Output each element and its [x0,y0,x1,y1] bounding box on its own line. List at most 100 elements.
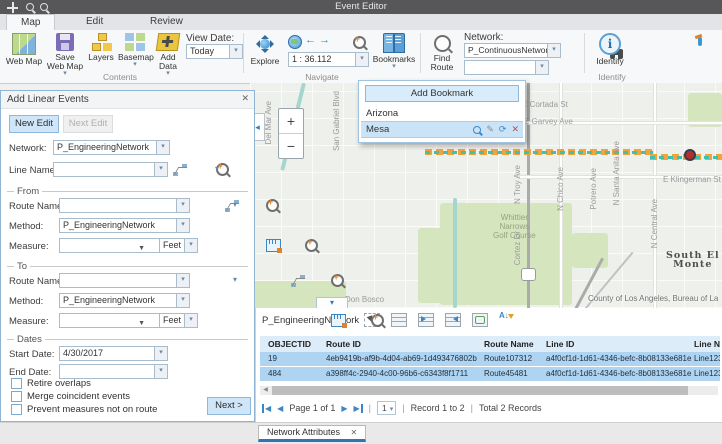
bookmark-item[interactable]: Arizona [361,106,523,121]
next-page-icon[interactable]: ▶ [341,404,347,413]
save-web-map-button[interactable]: Save Web Map ▾ [46,33,84,77]
dropdown-icon[interactable] [184,239,197,252]
prev-page-icon[interactable]: ◀ [277,404,283,413]
bookmark-delete-icon[interactable]: ✕ [511,123,519,136]
first-page-icon[interactable]: ◀ [262,404,271,413]
column-header[interactable]: Line Name [694,336,720,352]
table-collapse-handle[interactable]: ▾ [316,297,348,308]
dropdown-icon[interactable] [184,314,197,327]
dropdown-icon[interactable] [154,347,167,360]
column-header[interactable]: Route Name [484,336,546,352]
from-measure-input[interactable]: ▼ [59,238,160,253]
map-zoom-out-button[interactable]: − [279,134,303,158]
map-zoom-in-button[interactable]: + [279,109,303,134]
network-select[interactable]: P_ContinuousNetwork [464,43,561,58]
route-search-input[interactable] [464,60,549,75]
dates-section-legend: Dates [7,334,248,344]
panel-network-select[interactable]: P_EngineeringNetwork [53,140,170,155]
next-extent-icon[interactable]: → [319,34,330,46]
bookmark-refresh-icon[interactable]: ⟳ [499,123,507,136]
select-line-on-map-icon[interactable] [173,164,187,176]
bookmark-zoom-icon[interactable] [473,126,481,134]
tab-close-icon[interactable]: ✕ [351,428,358,437]
to-method-select[interactable]: P_EngineeringNetwork [59,293,190,308]
find-route-button[interactable]: Find Route [424,33,460,72]
add-data-button[interactable]: Add Data ▾ [152,33,184,77]
measure-caret-icon[interactable]: ▼ [138,317,145,330]
zoom-to-route-icon[interactable]: + [266,199,279,212]
route-endpoint-marker[interactable] [684,149,696,161]
column-header[interactable]: OBJECTID [260,336,326,352]
tab-review[interactable]: Review [136,14,197,30]
measure-on-map-icon[interactable] [266,239,281,252]
tab-network-attributes[interactable]: Network Attributes ✕ [258,425,366,442]
table-row[interactable]: 484a398ff4c-2940-4c00-96b6-c6343f8f1711R… [260,367,720,382]
add-bookmark-button[interactable]: Add Bookmark [365,85,519,102]
next-edit-button[interactable]: Next Edit [63,115,113,133]
dropdown-icon[interactable] [176,294,189,307]
dropdown-icon[interactable] [154,365,167,378]
horizontal-scrollbar[interactable]: ◀ [260,386,718,395]
scale-dropdown-icon[interactable] [355,53,368,66]
zoom-to-measure-icon[interactable]: + [371,314,384,327]
explore-button[interactable]: Explore [248,33,282,66]
line-name-select[interactable] [53,162,168,177]
bookmarks-button[interactable]: Bookmarks ▾ [372,33,416,70]
web-map-button[interactable]: Web Map [4,33,44,66]
column-header[interactable]: Line ID [546,336,694,352]
add-pin-icon[interactable] [695,37,705,49]
start-date-select[interactable]: 4/30/2017 [59,346,168,361]
end-date-select[interactable] [59,364,168,379]
measure-caret-icon[interactable]: ▼ [138,242,145,255]
select-route-on-map-icon[interactable] [291,275,305,287]
from-method-select[interactable]: P_EngineeringNetwork [59,218,190,233]
table-view-icon[interactable] [391,313,407,327]
zoom-to-route-icon[interactable]: + [331,274,344,287]
zoom-to-measure-icon[interactable]: + [305,239,318,252]
basemap-button[interactable]: Basemap ▾ [118,33,152,68]
to-route-name-select[interactable] [59,273,190,288]
dropdown-icon[interactable] [156,141,169,154]
from-route-name-select[interactable] [59,198,190,213]
full-extent-icon[interactable] [288,35,302,49]
view-date-dropdown-icon[interactable] [229,45,242,58]
scrollbar-thumb[interactable] [272,386,688,395]
to-measure-input[interactable]: ▼ [59,313,160,328]
sort-icon[interactable]: A↓ [499,313,513,325]
layers-button[interactable]: Layers [86,33,116,62]
view-date-select[interactable]: Today [186,44,243,59]
bookmark-item[interactable]: Mesa✎⟳✕ [361,121,523,138]
zoom-options-caret-icon[interactable]: ▾ [233,277,237,283]
new-edit-button[interactable]: New Edit [9,115,59,133]
last-page-icon[interactable]: ▶ [354,404,363,413]
column-header[interactable]: Route ID [326,336,484,352]
checkbox[interactable] [11,391,22,402]
tab-edit[interactable]: Edit [72,14,117,30]
identify-button[interactable]: i Identify [592,33,628,66]
network-dropdown-icon[interactable] [547,44,560,57]
next-button[interactable]: Next > [207,397,251,415]
bookmark-edit-icon[interactable]: ✎ [486,123,494,136]
panel-close-icon[interactable]: ✕ [241,93,249,104]
dropdown-icon[interactable] [176,199,189,212]
scale-select[interactable]: 1 : 36.112 [288,52,369,67]
page-number-select[interactable]: 1▾ [377,401,396,415]
related-records-right-icon[interactable] [445,313,461,327]
dropdown-icon[interactable] [176,219,189,232]
scroll-left-icon[interactable]: ◀ [260,386,271,395]
checkbox[interactable] [11,378,22,389]
dropdown-icon[interactable] [154,163,167,176]
related-records-left-icon[interactable] [418,313,434,327]
measure-on-map-icon[interactable] [331,314,346,327]
to-unit-select[interactable]: Feet [159,313,198,328]
table-row[interactable]: 194eb9419b-af9b-4d04-ab69-1d493476802bRo… [260,352,720,367]
previous-extent-icon[interactable]: ← [305,34,316,46]
switch-selection-icon[interactable] [472,313,488,327]
zoom-in-tool-icon[interactable]: + [353,36,366,49]
from-unit-select[interactable]: Feet [159,238,198,253]
zoom-options-caret-icon[interactable]: ▾ [215,166,219,172]
zoom-options-caret-icon[interactable]: ▾ [233,202,237,208]
dropdown-icon[interactable] [176,274,189,287]
checkbox[interactable] [11,404,22,415]
route-search-dropdown-icon[interactable] [535,61,548,74]
